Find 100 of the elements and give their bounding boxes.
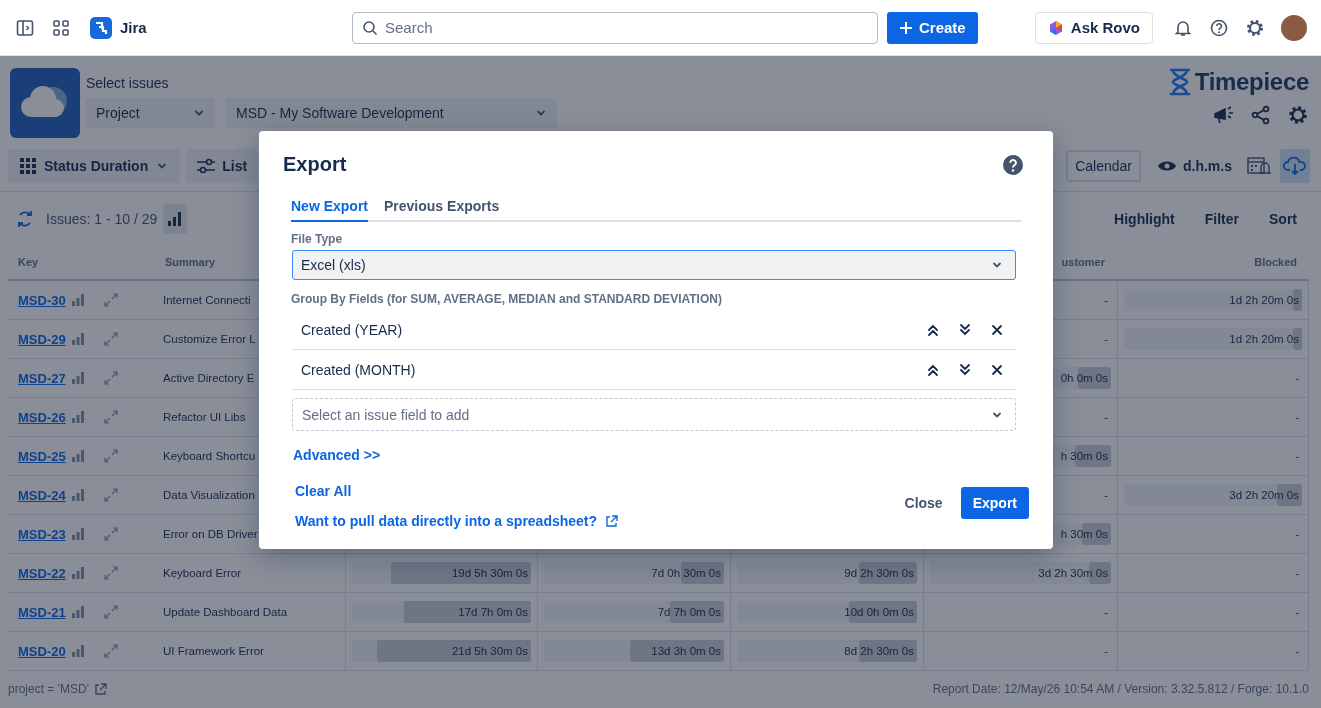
group-field: Created (MONTH) — [301, 361, 416, 378]
help-icon[interactable] — [1209, 17, 1229, 38]
external-link-icon — [605, 514, 619, 528]
duration-cell-text: 19d 5h 30m 0s — [451, 567, 529, 579]
issue-key-link[interactable]: MSD-30 — [18, 292, 66, 308]
calendar-button[interactable]: Calendar — [1066, 149, 1141, 182]
ask-rovo-button[interactable]: Ask Rovo — [1034, 11, 1153, 44]
column-header: Blocked — [1254, 256, 1297, 268]
user-avatar[interactable] — [1281, 14, 1307, 41]
duration-cell-text: - — [1295, 567, 1300, 579]
refresh-icon[interactable] — [16, 209, 34, 228]
issue-key-link[interactable]: MSD-23 — [18, 526, 66, 542]
expand-icon[interactable] — [103, 605, 118, 619]
list-button[interactable]: List — [186, 148, 258, 183]
help-icon[interactable] — [1002, 153, 1024, 176]
share-icon[interactable] — [1251, 105, 1271, 125]
toolbar-action[interactable]: Sort — [1269, 210, 1297, 227]
expand-icon[interactable] — [103, 566, 118, 580]
issue-key-link[interactable]: MSD-21 — [18, 604, 66, 620]
bar-chart-icon[interactable] — [71, 372, 84, 384]
duration-cell-text: - — [1104, 294, 1109, 306]
duration-cell-text: - — [1104, 606, 1109, 618]
move-down-icon[interactable] — [958, 322, 972, 337]
duration-cell-text: - — [1104, 645, 1109, 657]
issue-key-link[interactable]: MSD-26 — [18, 409, 66, 425]
bar-chart-icon[interactable] — [71, 489, 84, 501]
search-field[interactable]: Search — [352, 11, 878, 44]
field-label: File Type — [291, 232, 344, 246]
clear-all-link[interactable]: Clear All — [295, 483, 619, 499]
summary-text: Data Visualization — [163, 489, 255, 501]
export-button[interactable]: Export — [960, 487, 1029, 519]
issue-key-link[interactable]: MSD-27 — [18, 370, 66, 386]
report-dropdown[interactable]: Status Duration — [8, 148, 181, 183]
settings-icon[interactable] — [1245, 17, 1265, 38]
scope-dropdown[interactable]: Project — [86, 98, 215, 128]
chart-toggle-button[interactable] — [163, 203, 188, 234]
bar-chart-icon[interactable] — [71, 567, 84, 579]
issue-key-link[interactable]: MSD-22 — [18, 565, 66, 581]
spreadsheet-link[interactable]: Want to pull data directly into a spreadsheet? — [295, 513, 598, 529]
calendar-bell-icon — [1247, 155, 1271, 176]
summary-text: Update Dashboard Data — [163, 606, 288, 618]
duration-cell-text: - — [1104, 333, 1109, 345]
duration-cell-text: 10d 0h 0m 0s — [844, 606, 915, 618]
bar-chart-icon[interactable] — [71, 294, 84, 306]
move-down-icon[interactable] — [958, 362, 972, 377]
tab[interactable]: Previous Exports — [384, 194, 500, 222]
issue-key-link[interactable]: MSD-25 — [18, 448, 66, 464]
issue-key-link[interactable]: MSD-24 — [18, 487, 66, 503]
duration-cell-text: - — [1295, 645, 1300, 657]
remove-icon[interactable] — [990, 322, 1004, 337]
expand-icon[interactable] — [103, 644, 118, 658]
expand-icon[interactable] — [103, 371, 118, 385]
duration-cell-text: 13d 3h 0m 0s — [651, 645, 722, 657]
summary-text: Active Directory E — [163, 372, 255, 384]
issue-key-link[interactable]: MSD-29 — [18, 331, 66, 347]
file-type-select[interactable]: Excel (xls) — [292, 250, 1016, 280]
move-up-icon[interactable] — [926, 322, 940, 337]
bar-chart-icon[interactable] — [71, 411, 84, 423]
duration-cell-text: - — [1295, 606, 1300, 618]
column-header: ustomer — [1061, 256, 1105, 268]
summary-text: Keyboard Shortcu — [163, 450, 256, 462]
close-button[interactable]: Close — [904, 489, 943, 517]
remove-icon[interactable] — [990, 362, 1004, 377]
settings-icon[interactable] — [1287, 104, 1309, 126]
expand-icon[interactable] — [103, 527, 118, 541]
duration-cell-text: - — [1295, 372, 1300, 384]
bar-chart-icon[interactable] — [71, 606, 84, 618]
search-icon — [362, 19, 378, 36]
add-field-select[interactable]: Select an issue field to add — [292, 398, 1016, 431]
space-dropdown[interactable]: MSD - My Software Development — [226, 98, 557, 128]
megaphone-icon[interactable] — [1213, 105, 1235, 125]
format-toggle[interactable]: d.h.m.s — [1157, 157, 1232, 174]
create-button[interactable]: Create — [887, 11, 978, 44]
brand-name: Timepiece — [1194, 68, 1309, 96]
group-field: Created (YEAR) — [301, 321, 403, 338]
expand-icon[interactable] — [103, 410, 118, 424]
duration-cell-text: h 30m 0s — [1060, 450, 1109, 462]
issue-key-link[interactable]: MSD-20 — [18, 643, 66, 659]
bar-chart-icon[interactable] — [71, 333, 84, 345]
toolbar-icon-button[interactable] — [1280, 148, 1310, 183]
expand-icon[interactable] — [103, 449, 118, 463]
apps-grid-icon[interactable] — [52, 18, 70, 37]
expand-icon[interactable] — [103, 332, 118, 346]
toolbar-action[interactable]: Highlight — [1114, 210, 1175, 227]
expand-icon[interactable] — [103, 488, 118, 502]
duration-cell-text: - — [1295, 528, 1300, 540]
expand-icon[interactable] — [103, 293, 118, 307]
tab[interactable]: New Export — [291, 194, 368, 222]
toolbar-action[interactable]: Filter — [1204, 210, 1239, 227]
duration-cell-text: 9d 2h 30m 0s — [844, 567, 915, 579]
field-label: Group By Fields (for SUM, AVERAGE, MEDIAN and STANDARD DEVIATION) — [291, 292, 723, 306]
jira-logo-icon[interactable] — [90, 16, 112, 39]
advanced-link[interactable]: Advanced >> — [293, 447, 381, 463]
bar-chart-icon[interactable] — [71, 645, 84, 657]
bar-chart-icon[interactable] — [71, 528, 84, 540]
sidebar-toggle-icon[interactable] — [16, 18, 34, 37]
duration-cell-text: 17d 7h 0m 0s — [458, 606, 529, 618]
duration-cell-text: - — [1104, 489, 1109, 501]
move-up-icon[interactable] — [926, 362, 940, 377]
bar-chart-icon[interactable] — [71, 450, 84, 462]
